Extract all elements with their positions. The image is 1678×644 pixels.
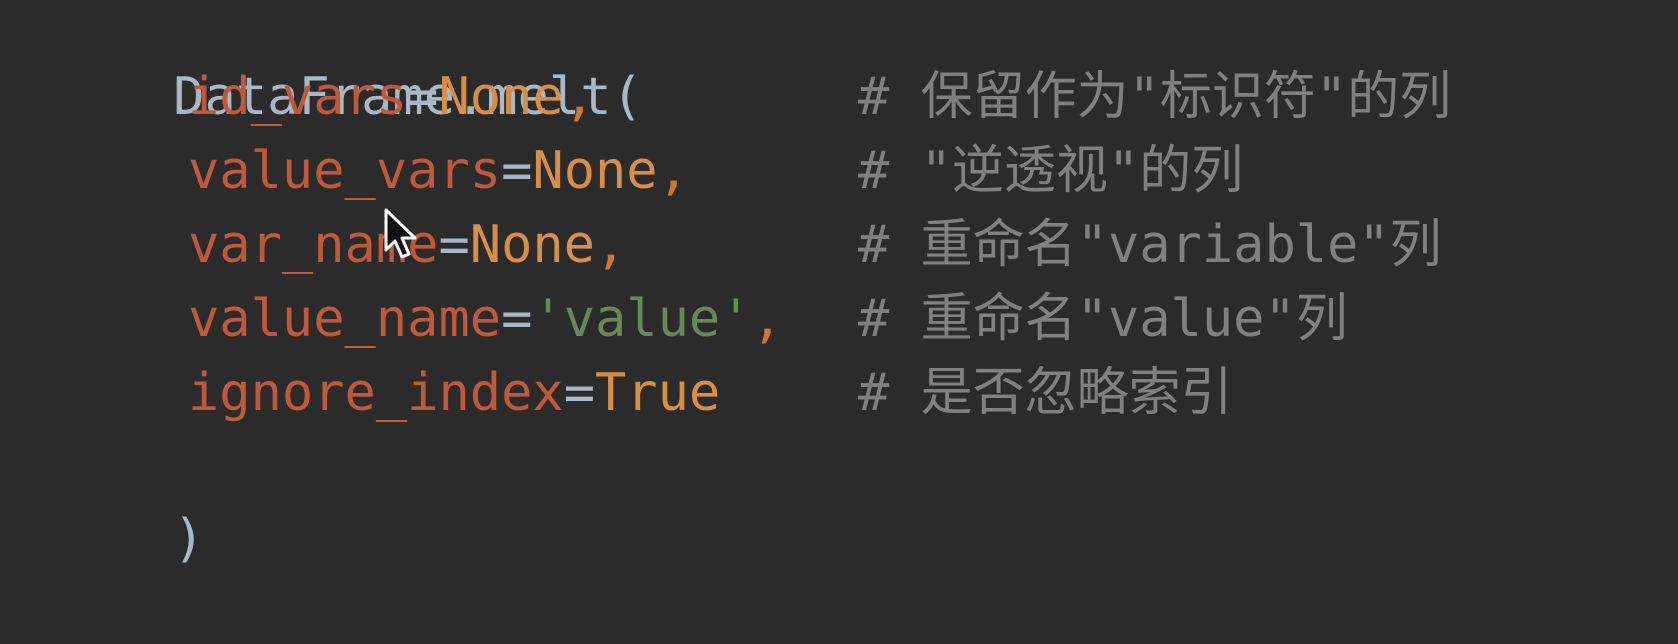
param-value: None: [532, 141, 658, 201]
param-name: value_name: [188, 289, 502, 349]
param-value: None: [438, 67, 564, 127]
assign-operator: =: [438, 215, 470, 275]
param-name: value_vars: [188, 141, 502, 201]
comma: ,: [657, 141, 689, 201]
code-editor[interactable]: DataFrame.melt( id_vars=None, # 保留作为"标识符…: [0, 0, 1678, 569]
comment-line-6: # 是否忽略索引: [858, 363, 1233, 423]
param-value: None: [469, 215, 595, 275]
comment-line-2: # 保留作为"标识符"的列: [858, 67, 1452, 127]
code-line-3: value_vars=None,: [48, 136, 689, 206]
closing-paren: ): [173, 509, 205, 569]
code-line-7: ): [48, 434, 204, 569]
comment-line-5: # 重命名"value"列: [858, 289, 1348, 349]
assign-operator: =: [563, 363, 595, 423]
param-name: ignore_index: [188, 363, 564, 423]
comma: ,: [595, 215, 627, 275]
mouse-pointer-arrow-icon: [384, 208, 417, 259]
param-value: 'value': [532, 289, 752, 349]
param-value: True: [595, 363, 721, 423]
assign-operator: =: [501, 289, 533, 349]
assign-operator: =: [407, 67, 439, 127]
comment-line-4: # 重命名"variable"列: [858, 215, 1442, 275]
comment-line-3: # "逆透视"的列: [858, 141, 1244, 201]
param-name: id_vars: [188, 67, 408, 127]
comma: ,: [563, 67, 596, 127]
comma: ,: [751, 289, 783, 349]
assign-operator: =: [501, 141, 533, 201]
code-line-2: id_vars=None,: [48, 62, 595, 132]
code-line-4: var_name=None,: [48, 210, 626, 280]
code-line-5: value_name='value',: [48, 284, 783, 354]
code-line-1: DataFrame.melt(: [48, 0, 643, 127]
code-line-6: ignore_index=True: [48, 358, 720, 428]
